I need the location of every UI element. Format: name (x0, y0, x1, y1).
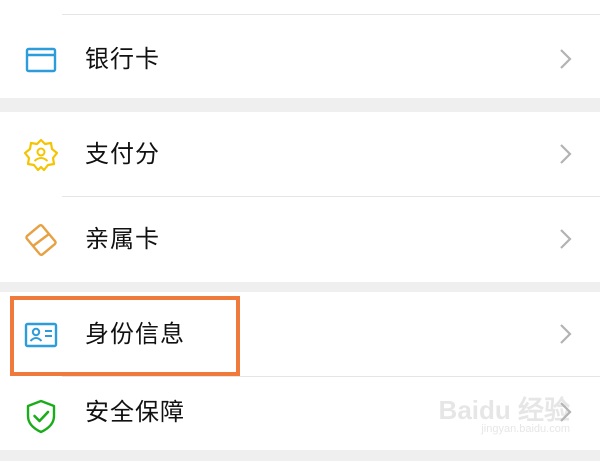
divider (62, 14, 600, 15)
badge-icon (22, 136, 60, 174)
chevron-right-icon (556, 228, 576, 250)
chevron-right-icon (556, 143, 576, 165)
row-label: 亲属卡 (85, 225, 160, 253)
row-payscore[interactable]: 支付分 (0, 112, 600, 196)
chevron-right-icon (556, 48, 576, 70)
shield-check-icon (22, 397, 60, 435)
row-label: 银行卡 (85, 45, 160, 73)
row-bank-card[interactable]: 银行卡 (0, 17, 600, 101)
group-bank: 银行卡 (0, 0, 600, 98)
family-card-icon (22, 221, 60, 259)
highlight-box (10, 296, 240, 376)
row-label: 支付分 (85, 140, 160, 168)
watermark: Baidu 经验 jingyan.baidu.com (439, 397, 570, 436)
card-icon (22, 41, 60, 79)
watermark-logo: Baidu 经验 (438, 395, 570, 425)
chevron-right-icon (556, 323, 576, 345)
group-pay: 支付分 亲属卡 (0, 112, 600, 282)
row-label: 安全保障 (85, 398, 185, 426)
row-family-card[interactable]: 亲属卡 (0, 197, 600, 281)
